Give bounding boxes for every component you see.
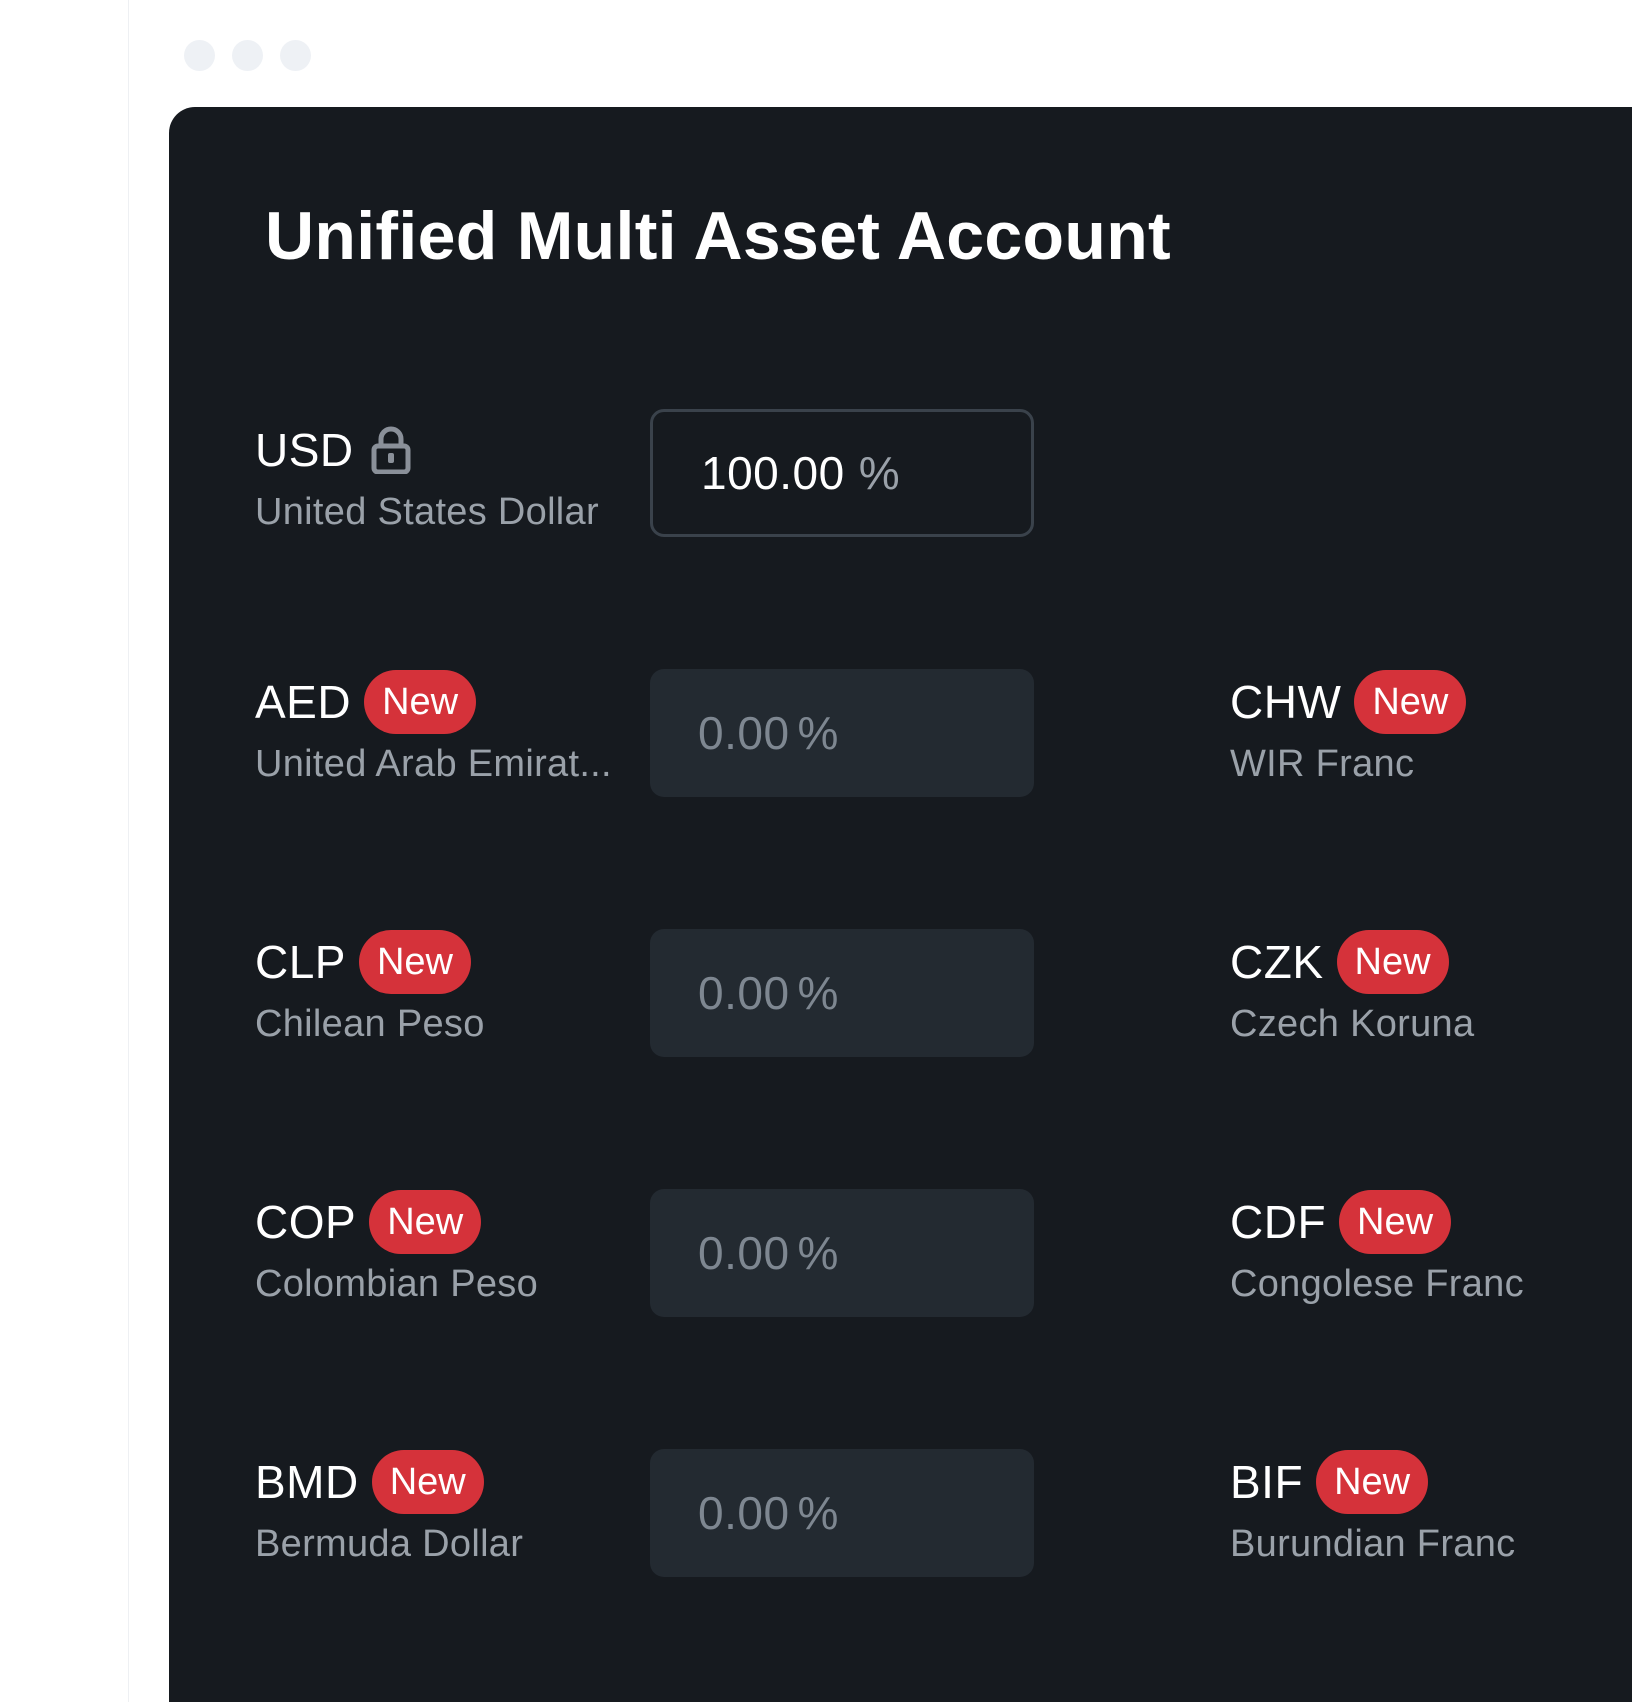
asset-name: United States Dollar: [255, 491, 599, 533]
new-badge: New: [364, 670, 477, 734]
minimize-window-dot[interactable]: [232, 40, 263, 71]
asset-chw: CHW New WIR Franc: [1230, 669, 1467, 786]
allocation-value: 0.00: [698, 967, 790, 1019]
percent-unit: %: [797, 1487, 839, 1539]
account-panel: Unified Multi Asset Account USD United S…: [169, 107, 1632, 1702]
new-badge: New: [369, 1190, 482, 1254]
maximize-window-dot[interactable]: [280, 40, 311, 71]
asset-name: Chilean Peso: [255, 1003, 485, 1045]
asset-aed: AED New United Arab Emirat...: [255, 669, 612, 786]
allocation-value: 0.00: [698, 1487, 790, 1539]
new-badge: New: [358, 930, 472, 994]
window-controls: [184, 40, 311, 71]
allocation-input-aed[interactable]: 0.00 %: [650, 669, 1034, 797]
asset-code: CLP: [255, 936, 346, 988]
asset-name: Bermuda Dollar: [255, 1523, 524, 1565]
asset-name: Czech Koruna: [1230, 1003, 1475, 1045]
asset-clp: CLP New Chilean Peso: [255, 929, 485, 1046]
new-badge: New: [1354, 670, 1467, 734]
asset-name: Colombian Peso: [255, 1263, 539, 1305]
asset-name: United Arab Emirat...: [255, 743, 612, 785]
page-title: Unified Multi Asset Account: [265, 198, 1171, 274]
asset-code: AED: [255, 676, 352, 728]
new-badge: New: [1336, 930, 1449, 994]
percent-unit: %: [858, 447, 901, 499]
close-window-dot[interactable]: [184, 40, 215, 71]
new-badge: New: [1339, 1190, 1452, 1254]
asset-czk: CZK New Czech Koruna: [1230, 929, 1474, 1046]
asset-code: USD: [255, 424, 354, 476]
asset-cdf: CDF New Congolese Franc: [1230, 1189, 1524, 1306]
asset-name: WIR Franc: [1230, 743, 1415, 785]
asset-code: BMD: [255, 1456, 359, 1508]
asset-code: CDF: [1230, 1196, 1327, 1248]
asset-code: COP: [255, 1196, 357, 1248]
allocation-value: 0.00: [698, 707, 790, 759]
asset-code: BIF: [1230, 1456, 1304, 1508]
allocation-value: 100.00: [701, 447, 845, 499]
allocation-input-cop[interactable]: 0.00 %: [650, 1189, 1034, 1317]
asset-code: CHW: [1230, 676, 1342, 728]
asset-code: CZK: [1230, 936, 1324, 988]
new-badge: New: [1316, 1450, 1429, 1514]
asset-usd: USD United States Dollar: [255, 417, 599, 534]
percent-unit: %: [797, 1227, 839, 1279]
new-badge: New: [371, 1450, 484, 1514]
allocation-value: 0.00: [698, 1227, 790, 1279]
asset-name: Burundian Franc: [1230, 1523, 1516, 1565]
asset-name: Congolese Franc: [1230, 1263, 1524, 1305]
allocation-input-clp[interactable]: 0.00 %: [650, 929, 1034, 1057]
percent-unit: %: [797, 707, 839, 759]
allocation-input-bmd[interactable]: 0.00 %: [650, 1449, 1034, 1577]
asset-bmd: BMD New Bermuda Dollar: [255, 1449, 523, 1566]
percent-unit: %: [797, 967, 839, 1019]
asset-cop: COP New Colombian Peso: [255, 1189, 538, 1306]
asset-bif: BIF New Burundian Franc: [1230, 1449, 1515, 1566]
lock-icon: [370, 426, 412, 475]
allocation-input-usd[interactable]: 100.00 %: [650, 409, 1034, 537]
